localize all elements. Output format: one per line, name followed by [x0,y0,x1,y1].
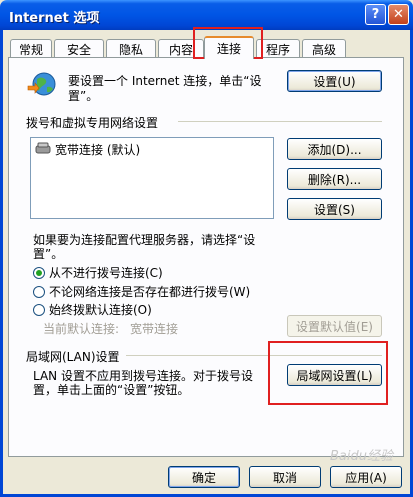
window-frame-left [0,30,3,497]
proxy-text-line2: 置”。 [33,247,64,261]
list-item[interactable]: 宽带连接 (默认) [35,141,140,158]
radio-button-selected[interactable] [33,266,45,279]
setup-text-line2: 置”。 [68,89,99,103]
lan-group-label: 局域网(LAN)设置 [26,350,120,364]
add-button[interactable]: 添加(D)... [287,138,382,160]
watermark: Baidu经验 [330,449,393,464]
radio-button[interactable] [33,285,45,298]
internet-globe-icon [26,70,58,101]
title-bar[interactable]: Internet 选项 ? ✕ [0,0,413,30]
radio-never-dial[interactable]: 从不进行拨号连接(C) [33,264,163,281]
help-icon: ? [371,7,380,22]
list-item-label: 宽带连接 (默认) [55,143,141,157]
proxy-text-line1: 如果要为连接配置代理服务器，请选择“设 [33,233,256,247]
dialup-settings-button[interactable]: 设置(S) [287,198,382,220]
radio-dot-icon [36,269,42,276]
radio-dial-whenever[interactable]: 不论网络连接是否存在都进行拨号(W) [33,283,250,300]
radio-never-dial-label: 从不进行拨号连接(C) [49,266,163,280]
remove-button[interactable]: 删除(R)... [287,168,382,190]
tab-connections[interactable]: 连接 [204,36,254,59]
tab-security[interactable]: 安全 [54,39,104,58]
tab-advanced[interactable]: 高级 [302,39,346,58]
radio-button[interactable] [33,303,45,316]
close-button[interactable]: ✕ [388,4,409,25]
dialup-group-divider [178,121,382,122]
set-default-button[interactable]: 设置默认值(E) [287,315,382,337]
help-button[interactable]: ? [365,4,386,25]
ok-button[interactable]: 确定 [168,466,240,488]
current-default-label: 当前默认连接: [43,322,120,336]
setup-button[interactable]: 设置(U) [287,70,382,92]
window-title: Internet 选项 [9,11,100,26]
connection-list[interactable]: 宽带连接 (默认) [30,137,274,219]
phone-icon [35,142,51,157]
dialup-group-label: 拨号和虚拟专用网络设置 [26,116,159,130]
tab-privacy[interactable]: 隐私 [106,39,156,58]
radio-dial-whenever-label: 不论网络连接是否存在都进行拨号(W) [49,285,251,299]
radio-always-default[interactable]: 始终拨默认连接(O) [33,301,152,318]
tab-general[interactable]: 常规 [10,39,52,58]
current-default-value: 宽带连接 [130,322,179,336]
lan-text-line2: 置，单击上面的“设置”按钮。 [33,383,190,397]
radio-always-default-label: 始终拨默认连接(O) [49,303,152,317]
apply-button[interactable]: 应用(A) [330,466,402,488]
cancel-button[interactable]: 取消 [249,466,321,488]
close-icon: ✕ [393,7,404,22]
highlight-box-lan [268,341,388,405]
